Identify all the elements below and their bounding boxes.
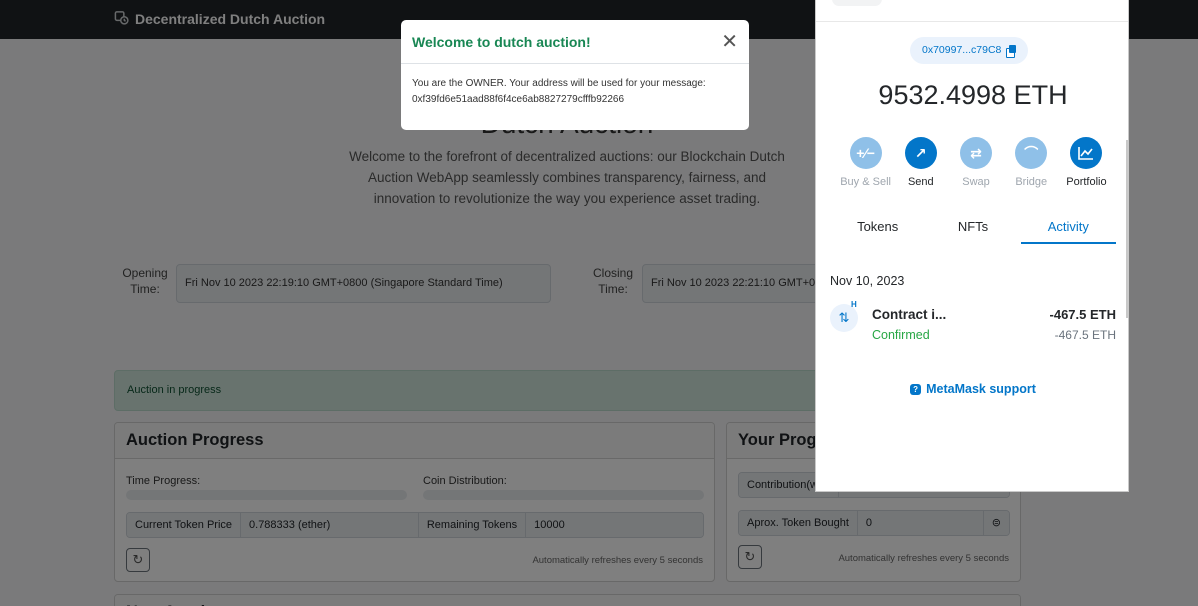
bridge-button[interactable]: ⌒ Bridge xyxy=(1004,137,1059,188)
bridge-icon: ⌒ xyxy=(1015,137,1048,169)
tab-nfts[interactable]: NFTs xyxy=(925,214,1020,244)
portfolio-chart-icon xyxy=(1070,137,1103,169)
action-label: Bridge xyxy=(1015,176,1048,188)
transaction-amount: -467.5 ETH xyxy=(1049,307,1116,322)
transaction-row[interactable]: ⇅ H Contract i... Confirmed -467.5 ETH -… xyxy=(830,300,1116,348)
close-icon[interactable]: ✕ xyxy=(721,32,738,52)
transaction-name: Contract i... xyxy=(872,307,947,322)
support-chat-icon: ? xyxy=(910,383,922,395)
modal-message: You are the OWNER. Your address will be … xyxy=(412,78,706,89)
account-address: 0x70997...c79C8 xyxy=(922,44,1002,56)
copy-icon xyxy=(1006,45,1017,58)
support-label: MetaMask support xyxy=(926,382,1036,396)
activity-date: Nov 10, 2023 xyxy=(830,274,905,288)
hardhat-badge-icon: H xyxy=(851,300,857,309)
owner-address: 0xf39fd6e51aad88f6f4ce6ab8827279cfffb922… xyxy=(412,94,625,105)
action-label: Send xyxy=(907,176,934,188)
account-balance: 9532.4998 ETH xyxy=(816,80,1128,111)
scrollbar[interactable] xyxy=(1126,140,1128,318)
balance-value: 9532.4998 xyxy=(878,80,1007,110)
metamask-header xyxy=(816,0,1128,22)
tab-tokens[interactable]: Tokens xyxy=(830,214,925,244)
swap-icon: ⇄ xyxy=(960,137,992,169)
portfolio-button[interactable]: Portfolio xyxy=(1059,137,1114,188)
send-button[interactable]: ↗ Send xyxy=(893,137,948,188)
balance-currency: ETH xyxy=(1013,80,1068,110)
action-label: Portfolio xyxy=(1066,176,1107,188)
welcome-modal: Welcome to dutch auction! ✕ You are the … xyxy=(401,20,749,130)
modal-header: Welcome to dutch auction! ✕ xyxy=(401,20,749,64)
transaction-status: Confirmed xyxy=(872,328,930,342)
modal-body: You are the OWNER. Your address will be … xyxy=(401,64,749,120)
metamask-support-link[interactable]: ? MetaMask support xyxy=(816,382,1128,396)
transaction-fiat-amount: -467.5 ETH xyxy=(1054,328,1116,342)
metamask-popup: 0x70997...c79C8 9532.4998 ETH +⁄− Buy & … xyxy=(815,0,1129,492)
buy-sell-button[interactable]: +⁄− Buy & Sell xyxy=(838,137,893,188)
buy-sell-icon: +⁄− xyxy=(849,137,882,169)
wallet-tabs: Tokens NFTs Activity xyxy=(830,214,1116,244)
send-arrow-icon: ↗ xyxy=(904,137,937,169)
account-address-button[interactable]: 0x70997...c79C8 xyxy=(910,37,1029,64)
wallet-actions: +⁄− Buy & Sell ↗ Send ⇄ Swap ⌒ Bridge Po… xyxy=(838,137,1114,188)
tab-activity[interactable]: Activity xyxy=(1020,214,1116,244)
swap-button[interactable]: ⇄ Swap xyxy=(948,137,1003,188)
modal-title: Welcome to dutch auction! xyxy=(412,33,591,50)
network-pill[interactable] xyxy=(832,0,882,6)
action-label: Buy & Sell xyxy=(840,176,891,188)
action-label: Swap xyxy=(962,176,990,188)
